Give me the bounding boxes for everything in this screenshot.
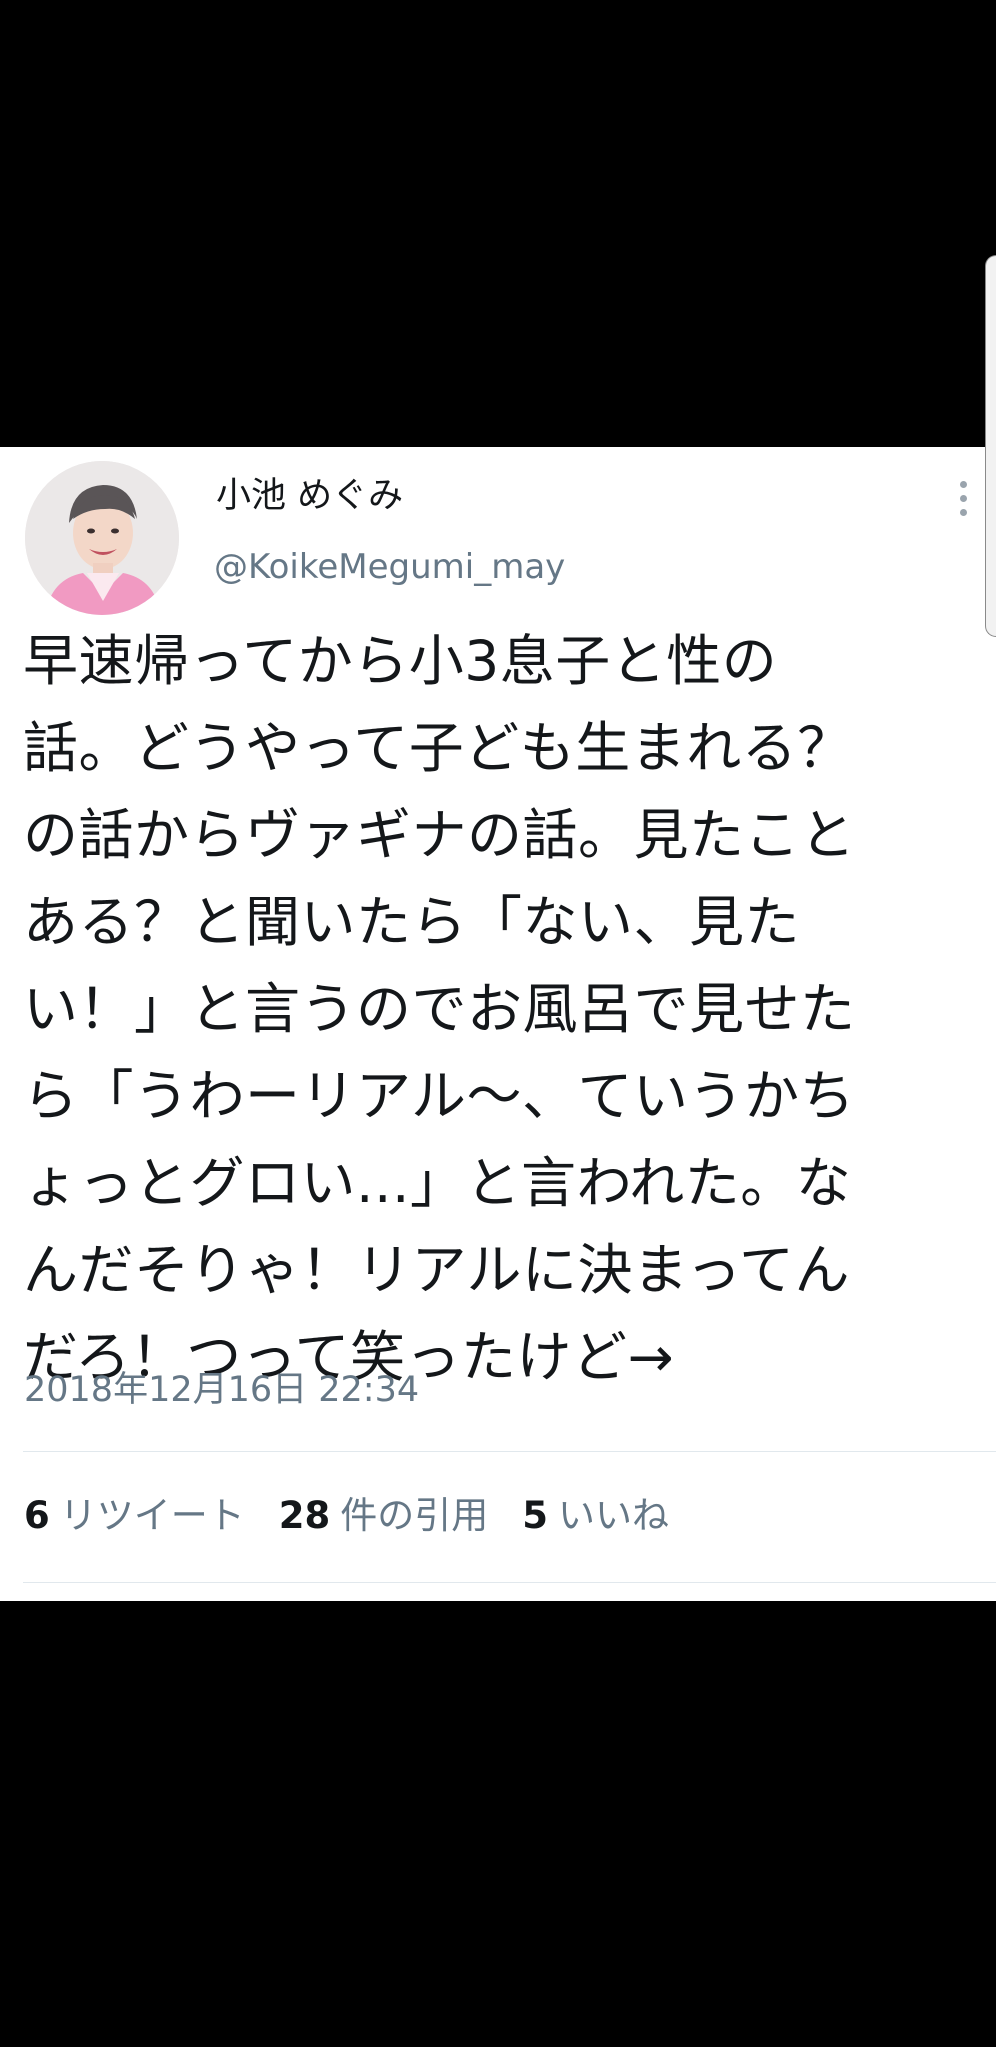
retweet-count[interactable]: 6 リツイート <box>24 1494 245 1538</box>
tweet-text-line: の話からヴァギナの話。見たこと <box>23 803 856 867</box>
tweet-timestamp[interactable]: 2018年12月16日 22:34 <box>24 1368 419 1412</box>
like-count[interactable]: 5 いいね <box>522 1494 669 1538</box>
tweet-text-line: ょっとグロい...」と言われた。な <box>23 1151 852 1215</box>
tweet-stats: 6 リツイート 28 件の引用 5 いいね <box>24 1494 703 1538</box>
quote-count-number: 28 <box>278 1494 331 1537</box>
tweet-text: 早速帰ってから小3息子と性の話。どうやって子ども生まれる？ の話からヴァギナの話。… <box>23 618 983 1401</box>
top-black-area <box>0 0 996 447</box>
more-vertical-icon[interactable] <box>956 481 970 527</box>
like-count-label: いいね <box>558 1494 669 1537</box>
tweet-text-line: 早速帰ってから小3息子と性の <box>23 629 778 693</box>
user-handle[interactable]: @KoikeMegumi_may <box>214 545 565 589</box>
tweet-text-line: んだそりゃ！リアルに決まってん <box>23 1238 851 1302</box>
like-count-number: 5 <box>522 1494 548 1537</box>
tweet-text-line: ある？と聞いたら「ない、見た <box>23 890 801 954</box>
retweet-count-label: リツイート <box>59 1494 245 1537</box>
avatar-image <box>25 461 179 615</box>
divider <box>23 1582 996 1583</box>
tweet-text-line: ら「うわーリアル〜、ていうかち <box>23 1064 855 1128</box>
avatar[interactable] <box>25 461 179 615</box>
quote-count-label: 件の引用 <box>340 1494 489 1537</box>
tweet-text-line: い！」と言うのでお風呂で見せた <box>23 977 856 1041</box>
divider <box>23 1451 996 1452</box>
scroll-handle[interactable] <box>985 255 996 637</box>
retweet-count-number: 6 <box>24 1494 50 1537</box>
bottom-black-area <box>0 1601 996 2047</box>
quote-count[interactable]: 28 件の引用 <box>279 1494 489 1538</box>
display-name[interactable]: 小池 めぐみ <box>216 474 403 518</box>
tweet-text-line: 話。どうやって子ども生まれる？ <box>23 716 853 780</box>
